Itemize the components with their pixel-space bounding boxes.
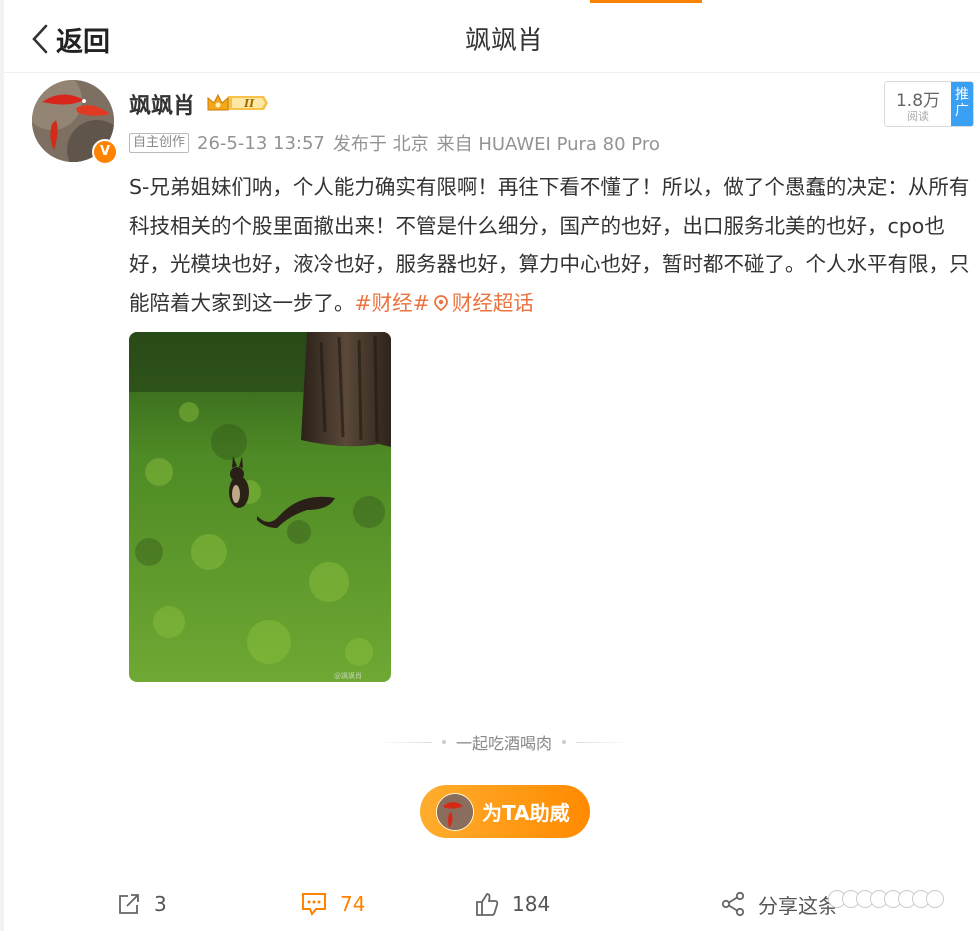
promote-button[interactable]: 推广 bbox=[951, 82, 973, 126]
comment-icon bbox=[302, 893, 326, 916]
read-count-box[interactable]: 1.8万 阅读 推广 bbox=[884, 81, 974, 127]
share-label: 分享这条 bbox=[758, 893, 838, 918]
page-title: 飒飒肖 bbox=[464, 26, 543, 56]
divider-line-right bbox=[576, 741, 631, 743]
like-count: 184 bbox=[512, 892, 551, 916]
cheer-button[interactable]: 为TA助威 bbox=[420, 785, 590, 838]
like-button[interactable]: 184 bbox=[474, 883, 550, 925]
read-label: 阅读 bbox=[907, 110, 929, 123]
share-button[interactable]: 分享这条 bbox=[720, 883, 838, 925]
post-image[interactable]: @飒飒肖 bbox=[129, 332, 391, 682]
svg-text:II: II bbox=[243, 97, 255, 110]
share-icon bbox=[721, 891, 745, 917]
post-body: S-兄弟姐妹们呐，个人能力确实有限啊！再往下看不懂了！所以，做了个愚蠢的决定：从… bbox=[129, 175, 970, 315]
divider-dot-left bbox=[441, 740, 446, 744]
post-time[interactable]: 26-5-13 13:57 bbox=[197, 133, 325, 154]
divider-line-left bbox=[376, 741, 432, 743]
divider: 一起吃酒喝肉 bbox=[4, 730, 980, 754]
loading-indicator bbox=[828, 890, 944, 908]
weibo-post-card: 返回 飒飒肖 V 飒飒肖 II 自主创作 26-5-13 13:57 发布于 北… bbox=[4, 0, 980, 931]
cheer-avatar bbox=[436, 792, 474, 831]
comment-button[interactable]: 74 bbox=[300, 883, 365, 925]
verified-icon: V bbox=[92, 139, 118, 165]
top-bar: 返回 飒飒肖 bbox=[4, 0, 980, 73]
post-meta: 自主创作 26-5-13 13:57 发布于 北京 来自 HUAWEI Pura… bbox=[129, 130, 668, 156]
supertopic-icon bbox=[433, 294, 448, 311]
crown-icon[interactable]: II bbox=[206, 92, 268, 114]
squirrel-photo: @飒飒肖 bbox=[129, 332, 391, 682]
active-tab-indicator bbox=[590, 0, 702, 3]
post-location: 发布于 北京 bbox=[332, 134, 429, 155]
divider-text: 一起吃酒喝肉 bbox=[455, 734, 552, 753]
image-watermark: @飒飒肖 bbox=[334, 671, 362, 680]
post-source: 来自 HUAWEI Pura 80 Pro bbox=[436, 134, 660, 155]
author-name[interactable]: 飒飒肖 bbox=[129, 88, 195, 120]
repost-count: 3 bbox=[154, 892, 167, 916]
repost-icon bbox=[119, 894, 139, 914]
post-text: S-兄弟姐妹们呐，个人能力确实有限啊！再往下看不懂了！所以，做了个愚蠢的决定：从… bbox=[129, 168, 979, 322]
cheer-label: 为TA助威 bbox=[482, 801, 570, 825]
like-icon bbox=[476, 893, 499, 916]
original-tag[interactable]: 自主创作 bbox=[129, 133, 190, 153]
supertopic-link[interactable]: 财经超话 bbox=[452, 291, 534, 315]
repost-button[interactable]: 3 bbox=[116, 883, 167, 925]
hashtag-link[interactable]: #财经# bbox=[355, 291, 430, 315]
comment-count: 74 bbox=[340, 892, 366, 916]
divider-dot-right bbox=[562, 740, 566, 744]
action-bar: 3 74 184 分享这条 bbox=[4, 883, 980, 925]
